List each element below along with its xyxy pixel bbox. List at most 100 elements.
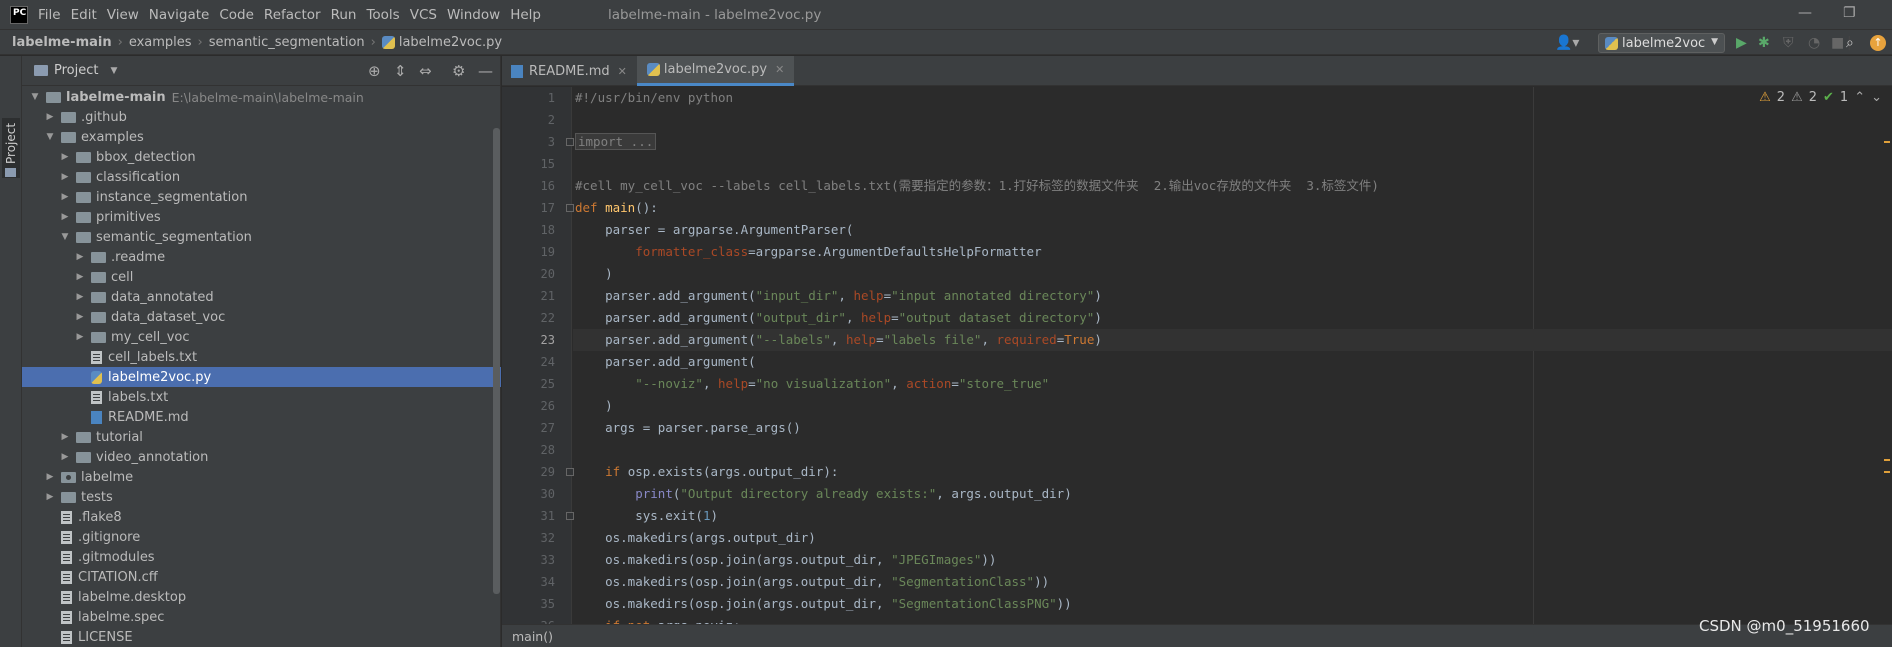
chevron-right-icon[interactable]: ▶: [58, 212, 72, 222]
expand-all-icon[interactable]: ⇕: [394, 62, 407, 80]
code-line[interactable]: [573, 439, 1892, 461]
warning-marker[interactable]: [1884, 459, 1890, 461]
tree-item[interactable]: ▶ video_annotation: [22, 447, 501, 467]
code-line[interactable]: os.makedirs(osp.join(args.output_dir, "S…: [573, 593, 1892, 615]
code-line[interactable]: parser.add_argument(: [573, 351, 1892, 373]
menu-view[interactable]: View: [107, 7, 139, 23]
collapse-all-icon[interactable]: ⇔: [419, 62, 432, 80]
code-line[interactable]: args = parser.parse_args(): [573, 417, 1892, 439]
tree-item[interactable]: ▶ data_dataset_voc: [22, 307, 501, 327]
code-line[interactable]: parser = argparse.ArgumentParser(: [573, 219, 1892, 241]
tree-item[interactable]: labelme.spec: [22, 607, 501, 627]
tree-item[interactable]: ▶ instance_segmentation: [22, 187, 501, 207]
locate-icon[interactable]: ⊕: [368, 62, 381, 80]
breadcrumb-examples[interactable]: examples: [129, 35, 192, 50]
code-line[interactable]: sys.exit(1): [573, 505, 1892, 527]
coverage-icon[interactable]: ⛨: [1783, 35, 1794, 51]
code-line[interactable]: #!/usr/bin/env python: [573, 87, 1892, 109]
code-line[interactable]: parser.add_argument("--labels", help="la…: [573, 329, 1892, 351]
chevron-right-icon[interactable]: ▶: [73, 312, 87, 322]
project-title[interactable]: Project: [54, 63, 98, 78]
chevron-up-icon[interactable]: ⌃: [1854, 90, 1865, 105]
function-breadcrumb[interactable]: main(): [512, 629, 553, 644]
tree-item[interactable]: cell_labels.txt: [22, 347, 501, 367]
chevron-right-icon[interactable]: ▶: [58, 172, 72, 182]
tree-item[interactable]: ▶ .readme: [22, 247, 501, 267]
code-line[interactable]: #cell my_cell_voc --labels cell_labels.t…: [573, 175, 1892, 197]
warning-marker[interactable]: [1884, 471, 1890, 473]
menu-code[interactable]: Code: [219, 7, 254, 23]
breadcrumb-semantic-segmentation[interactable]: semantic_segmentation: [209, 35, 365, 50]
chevron-right-icon[interactable]: ▶: [73, 332, 87, 342]
menu-edit[interactable]: Edit: [71, 7, 97, 23]
menu-tools[interactable]: Tools: [366, 7, 399, 23]
profile-icon[interactable]: ◔: [1808, 35, 1820, 51]
hide-icon[interactable]: —: [478, 62, 493, 80]
code-line[interactable]: [573, 109, 1892, 131]
code-line[interactable]: ): [573, 395, 1892, 417]
menu-file[interactable]: File: [38, 7, 61, 23]
search-icon[interactable]: ⌕: [1846, 35, 1854, 51]
tree-item[interactable]: CITATION.cff: [22, 567, 501, 587]
code-line[interactable]: def main():: [573, 197, 1892, 219]
warning-marker[interactable]: [1884, 141, 1890, 143]
stop-icon[interactable]: ■: [1831, 35, 1844, 51]
code-line[interactable]: print("Output directory already exists:"…: [573, 483, 1892, 505]
tree-item[interactable]: labelme.desktop: [22, 587, 501, 607]
code-line[interactable]: [573, 153, 1892, 175]
tree-item[interactable]: ▶ classification: [22, 167, 501, 187]
chevron-right-icon[interactable]: ▶: [73, 292, 87, 302]
tree-item[interactable]: .gitignore: [22, 527, 501, 547]
code-line[interactable]: formatter_class=argparse.ArgumentDefault…: [573, 241, 1892, 263]
chevron-right-icon[interactable]: ▶: [43, 112, 57, 122]
minimize-icon[interactable]: —: [1798, 5, 1812, 21]
updates-icon[interactable]: ↑: [1870, 35, 1886, 51]
chevron-right-icon[interactable]: ▶: [58, 452, 72, 462]
chevron-down-icon[interactable]: ▼: [43, 132, 57, 142]
breadcrumb-project[interactable]: labelme-main: [12, 35, 112, 50]
tree-item[interactable]: ▶ data_annotated: [22, 287, 501, 307]
tree-item[interactable]: ▼ labelme-main E:\labelme-main\labelme-mai…: [22, 87, 501, 107]
chevron-right-icon[interactable]: ▶: [73, 272, 87, 282]
tree-item[interactable]: .flake8: [22, 507, 501, 527]
code-line[interactable]: ): [573, 263, 1892, 285]
code-line[interactable]: parser.add_argument("input_dir", help="i…: [573, 285, 1892, 307]
close-icon[interactable]: ✕: [775, 63, 784, 76]
debug-icon[interactable]: ✱: [1758, 35, 1770, 51]
chevron-right-icon[interactable]: ▶: [43, 492, 57, 502]
tab-readme[interactable]: README.md ✕: [502, 56, 637, 86]
breadcrumb-file[interactable]: labelme2voc.py: [399, 35, 502, 50]
code-line[interactable]: os.makedirs(osp.join(args.output_dir, "J…: [573, 549, 1892, 571]
chevron-down-icon[interactable]: ▼: [110, 66, 117, 76]
close-icon[interactable]: ✕: [618, 65, 627, 78]
code-line[interactable]: parser.add_argument("output_dir", help="…: [573, 307, 1892, 329]
tree-item[interactable]: ▶ bbox_detection: [22, 147, 501, 167]
tree-item[interactable]: ▶ primitives: [22, 207, 501, 227]
code-line[interactable]: import ...: [573, 131, 1892, 153]
tree-item[interactable]: ▶ labelme: [22, 467, 501, 487]
chevron-down-icon[interactable]: ▼: [28, 92, 42, 102]
tree-item[interactable]: ▶ my_cell_voc: [22, 327, 501, 347]
tree-item[interactable]: ▶ tutorial: [22, 427, 501, 447]
menu-navigate[interactable]: Navigate: [149, 7, 210, 23]
code-line[interactable]: os.makedirs(osp.join(args.output_dir, "S…: [573, 571, 1892, 593]
code-editor[interactable]: 1 2 3 15 16 17 18 19 20 21 22 23 24 25 26 27 28 29 30 31 32 3…: [502, 87, 1892, 624]
chevron-down-icon[interactable]: ▼: [58, 232, 72, 242]
code-line[interactable]: "--noviz", help="no visualization", acti…: [573, 373, 1892, 395]
tree-item[interactable]: ▼ examples: [22, 127, 501, 147]
tree-item[interactable]: ▶ .github: [22, 107, 501, 127]
chevron-right-icon[interactable]: ▶: [58, 432, 72, 442]
menu-window[interactable]: Window: [447, 7, 500, 23]
tree-item[interactable]: ▶ tests: [22, 487, 501, 507]
tree-item[interactable]: labelme2voc.py: [22, 367, 501, 387]
menu-vcs[interactable]: VCS: [410, 7, 437, 23]
gear-icon[interactable]: ⚙: [452, 62, 465, 80]
menu-help[interactable]: Help: [510, 7, 541, 23]
menu-run[interactable]: Run: [331, 7, 357, 23]
code-line[interactable]: if not args.noviz:: [573, 615, 1892, 624]
tree-item[interactable]: LICENSE: [22, 627, 501, 647]
run-configuration-select[interactable]: labelme2voc ▼: [1598, 33, 1725, 53]
tree-item[interactable]: README.md: [22, 407, 501, 427]
run-icon[interactable]: ▶: [1736, 35, 1747, 51]
menu-refactor[interactable]: Refactor: [264, 7, 321, 23]
